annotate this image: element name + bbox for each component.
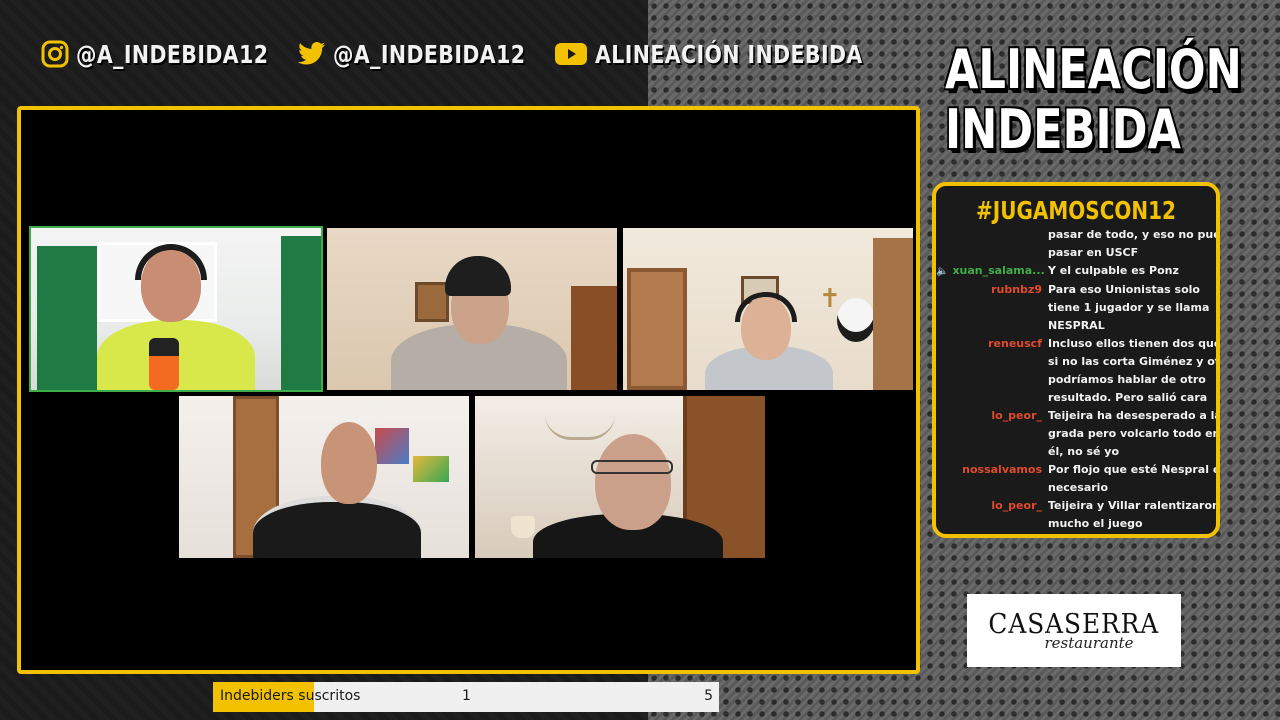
twitter-handle: @A_INDEBIDA12 <box>297 39 568 69</box>
video-call-frame: ✝ <box>17 106 920 674</box>
instagram-handle-text: @A_INDEBIDA12 <box>76 39 269 69</box>
chat-text: Para eso Unionistas solo tiene 1 jugador… <box>1048 281 1210 335</box>
chat-line: Por flojo que esté Nespral es <box>1048 463 1220 476</box>
chat-message: reneuscf Incluso ellos tienen dos que si… <box>936 335 1216 407</box>
youtube-channel: ALINEACIÓN INDEBIDA <box>553 39 921 69</box>
chat-line: tiene 1 jugador y se llama <box>1048 301 1210 314</box>
speaker-icon: 🔈 <box>936 266 949 277</box>
chat-username: lo_peor_ <box>991 409 1042 422</box>
instagram-icon <box>40 39 70 69</box>
chat-message: pasar de todo, y eso no puede pasar en U… <box>936 226 1216 262</box>
brand-line-1: ALINEACIÓN <box>945 38 1242 101</box>
chat-text: pasar de todo, y eso no puede pasar en U… <box>1048 226 1220 262</box>
participant-head <box>595 434 671 530</box>
chat-hashtag: #JUGAMOSCON12 <box>976 196 1176 225</box>
chat-line: resultado. Pero salió cara <box>1048 391 1208 404</box>
sponsor-name: CASASERRA <box>988 609 1160 640</box>
chat-username: lo_peor_ <box>991 499 1042 512</box>
chat-line: él, no sé yo <box>1048 445 1120 458</box>
chat-username: rubnbz9 <box>991 283 1042 296</box>
microphone-icon <box>149 338 179 390</box>
wall-poster <box>375 428 409 464</box>
participant-body <box>253 496 421 558</box>
chat-line: mucho el juego <box>1048 517 1143 530</box>
participant-video-1[interactable] <box>29 226 323 392</box>
participant-video-2[interactable] <box>327 228 617 390</box>
chat-message: lo_peor_ Teijeira ha desesperado a la gr… <box>936 407 1216 461</box>
chat-line: necesario <box>1048 481 1108 494</box>
glasses <box>591 460 673 474</box>
ceiling-lamp <box>545 414 615 440</box>
chat-text: Teijeira ha desesperado a la grada pero … <box>1048 407 1220 461</box>
chat-message: rubnbz9 Para eso Unionistas solo tiene 1… <box>936 281 1216 335</box>
chat-line: pasar en USCF <box>1048 246 1139 259</box>
chat-line: Incluso ellos tienen dos que <box>1048 337 1220 350</box>
participant-head <box>321 422 377 504</box>
live-chat-panel[interactable]: #JUGAMOSCON12 pasar de todo, y eso no pu… <box>932 182 1220 538</box>
subscriber-current-count: 1 <box>462 688 471 704</box>
chat-line: podríamos hablar de otro <box>1048 373 1206 386</box>
social-bar: @A_INDEBIDA12 @A_INDEBIDA12 ALINEACIÓN I… <box>40 36 948 72</box>
chat-line: pasar de todo, y eso no puede <box>1048 228 1220 241</box>
chat-username <box>936 226 1048 262</box>
chat-line: Teijeira y Villar ralentizaron <box>1048 499 1220 512</box>
wall-picture <box>415 282 449 322</box>
chat-line: grada pero volcarlo todo en <box>1048 427 1220 440</box>
chat-text: Teijeira y Villar ralentizaron mucho el … <box>1048 497 1220 533</box>
chat-username: nossalvamos <box>962 463 1042 476</box>
door <box>571 286 617 390</box>
chat-line: si no las corta Giménez y otro <box>1048 355 1220 368</box>
participant-video-4[interactable] <box>179 396 469 558</box>
chat-message: 🔈 xuan_salama... Y el culpable es Ponz <box>936 262 1216 281</box>
shelf-green <box>37 246 97 390</box>
youtube-channel-text: ALINEACIÓN INDEBIDA <box>595 39 864 69</box>
youtube-icon <box>553 39 589 69</box>
participant-video-5[interactable] <box>475 396 765 558</box>
chat-username: 🔈 xuan_salama... <box>936 262 1048 281</box>
chat-text: Incluso ellos tienen dos que si no las c… <box>1048 335 1220 407</box>
twitter-icon <box>297 39 327 69</box>
subscriber-goal-bar: Indebiders suscritos 1 5 <box>213 682 719 712</box>
cabinet-green <box>281 236 321 390</box>
wall-poster <box>413 456 449 482</box>
chat-line: Para eso Unionistas solo <box>1048 283 1200 296</box>
participant-video-3[interactable]: ✝ <box>623 228 913 390</box>
shelf <box>873 238 913 390</box>
instagram-handle: @A_INDEBIDA12 <box>40 39 311 69</box>
subscriber-goal-count: 5 <box>704 688 713 704</box>
chat-username-text: xuan_salama... <box>952 264 1045 277</box>
chat-text: Por flojo que esté Nespral es necesario <box>1048 461 1220 497</box>
brand-logo: ALINEACIÓN INDEBIDA <box>945 38 1242 161</box>
chat-line: NESPRAL <box>1048 319 1105 332</box>
chat-text: Y el culpable es Ponz <box>1048 262 1208 281</box>
subscriber-goal-label: Indebiders suscritos <box>220 688 361 704</box>
sponsor-logo: CASASERRA restaurante <box>967 594 1181 667</box>
door-window <box>627 268 687 390</box>
chat-message: nossalvamos Por flojo que esté Nespral e… <box>936 461 1216 497</box>
chat-message: lo_peor_ Teijeira y Villar ralentizaron … <box>936 497 1216 533</box>
chat-line: Teijeira ha desesperado a la <box>1048 409 1220 422</box>
chat-line: Y el culpable es Ponz <box>1048 264 1179 277</box>
twitter-handle-text: @A_INDEBIDA12 <box>332 39 526 69</box>
brand-line-2: INDEBIDA <box>945 98 1181 161</box>
cross-icon: ✝ <box>819 284 841 314</box>
table-lamp <box>511 516 535 538</box>
panda-plush <box>837 298 875 342</box>
beanie <box>445 256 511 296</box>
chat-messages[interactable]: pasar de todo, y eso no puede pasar en U… <box>936 226 1216 533</box>
chat-username: reneuscf <box>988 337 1042 350</box>
